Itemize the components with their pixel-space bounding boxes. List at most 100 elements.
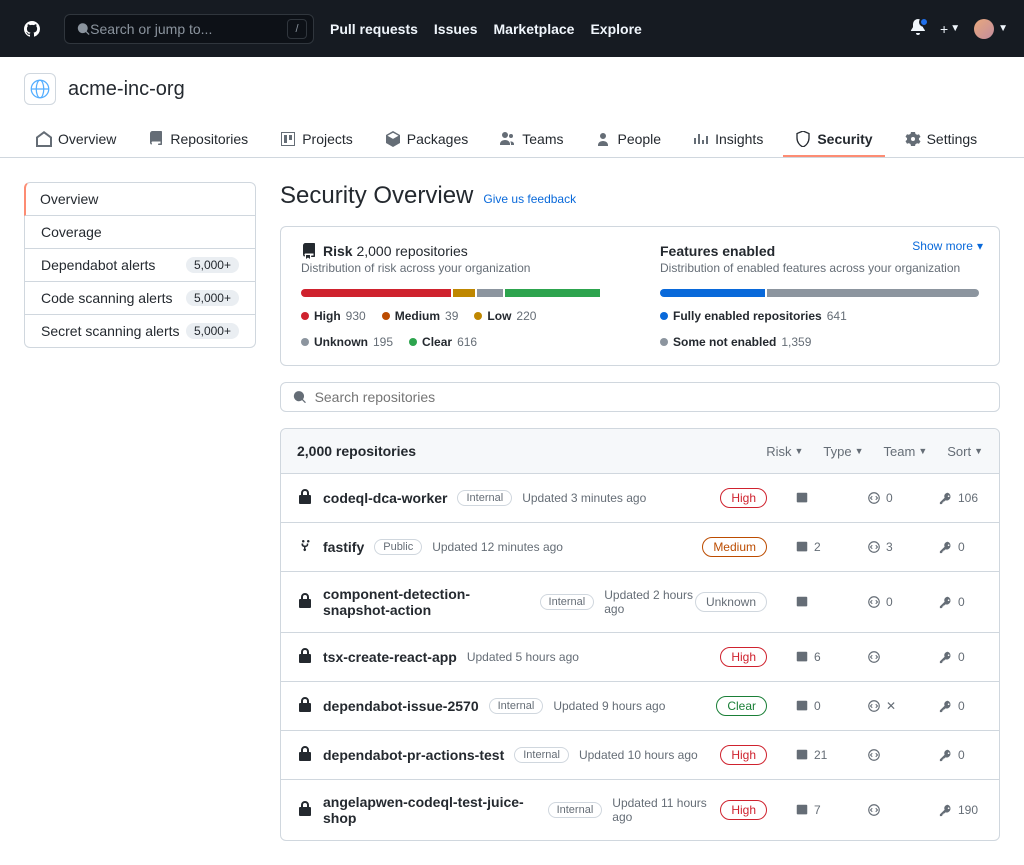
codescan-count: 0 [867, 491, 911, 505]
show-more-link[interactable]: Show more ▾ [912, 239, 983, 253]
codescan-count: ✕ [867, 699, 911, 713]
global-search-input[interactable] [90, 21, 301, 37]
count-badge: 5,000+ [186, 290, 239, 306]
codescan-count: 3 [867, 540, 911, 554]
sidebar-dependabot-alerts[interactable]: Dependabot alerts5,000+ [24, 249, 256, 282]
chevron-down-icon: ▼ [918, 446, 927, 456]
updated-text: Updated 10 hours ago [579, 748, 698, 762]
github-logo[interactable] [16, 13, 48, 45]
org-tabs: OverviewRepositoriesProjectsPackagesTeam… [0, 123, 1024, 158]
visibility-pill: Internal [540, 594, 595, 610]
repo-row[interactable]: dependabot-issue-2570InternalUpdated 9 h… [281, 682, 999, 731]
secret-count: 0 [939, 595, 983, 609]
repo-name[interactable]: dependabot-issue-2570 [323, 698, 479, 714]
lock-icon [297, 648, 313, 667]
sidebar-coverage[interactable]: Coverage [24, 216, 256, 249]
filter-type[interactable]: Type ▼ [823, 444, 863, 459]
legend-item: High930 [301, 309, 366, 323]
repo-name[interactable]: dependabot-pr-actions-test [323, 747, 504, 763]
nav-issues[interactable]: Issues [434, 21, 478, 37]
repo-search-input[interactable] [315, 389, 987, 405]
repo-row[interactable]: angelapwen-codeql-test-juice-shopInterna… [281, 780, 999, 840]
sidebar-code-scanning-alerts[interactable]: Code scanning alerts5,000+ [24, 282, 256, 315]
overview-panel: Show more ▾ Risk 2,000 repositories Dist… [280, 226, 1000, 366]
dependabot-count [795, 491, 839, 505]
risk-column: Risk 2,000 repositories Distribution of … [301, 243, 620, 349]
tab-repositories[interactable]: Repositories [136, 123, 260, 157]
filter-team[interactable]: Team ▼ [884, 444, 928, 459]
security-sidebar: OverviewCoverageDependabot alerts5,000+C… [24, 182, 256, 841]
lock-icon [297, 746, 313, 765]
codescan-count [867, 803, 911, 817]
repo-row[interactable]: codeql-dca-workerInternalUpdated 3 minut… [281, 474, 999, 523]
feedback-link[interactable]: Give us feedback [483, 192, 576, 206]
repo-row[interactable]: component-detection-snapshot-action Inter… [281, 572, 999, 633]
tab-security[interactable]: Security [783, 123, 884, 157]
filter-sort[interactable]: Sort ▼ [947, 444, 983, 459]
sidebar-secret-scanning-alerts[interactable]: Secret scanning alerts5,000+ [24, 315, 256, 348]
lock-icon [297, 489, 313, 508]
nav-explore[interactable]: Explore [590, 21, 641, 37]
dependabot-count: 0 [795, 699, 839, 713]
count-badge: 5,000+ [186, 323, 239, 339]
repo-search[interactable] [280, 382, 1000, 412]
search-icon [293, 390, 307, 404]
repo-row[interactable]: tsx-create-react-appUpdated 5 hours agoH… [281, 633, 999, 682]
tab-settings[interactable]: Settings [893, 123, 990, 157]
legend-item: Unknown195 [301, 335, 393, 349]
tab-people[interactable]: People [583, 123, 673, 157]
repo-name[interactable]: component-detection-snapshot-action [323, 586, 530, 618]
tab-overview[interactable]: Overview [24, 123, 128, 157]
global-search[interactable]: / [64, 14, 314, 44]
updated-text: Updated 9 hours ago [553, 699, 665, 713]
features-legend: Fully enabled repositories641Some not en… [660, 309, 979, 349]
tab-projects[interactable]: Projects [268, 123, 365, 157]
org-header: acme-inc-org [0, 57, 1024, 105]
repo-name[interactable]: codeql-dca-worker [323, 490, 447, 506]
secret-count: 0 [939, 748, 983, 762]
tab-packages[interactable]: Packages [373, 123, 480, 157]
org-name[interactable]: acme-inc-org [68, 78, 185, 101]
repo-row[interactable]: dependabot-pr-actions-test Internal Update… [281, 731, 999, 780]
nav-pull-requests[interactable]: Pull requests [330, 21, 418, 37]
legend-item: Medium39 [382, 309, 459, 323]
tab-insights[interactable]: Insights [681, 123, 775, 157]
filter-risk[interactable]: Risk ▼ [766, 444, 803, 459]
codescan-count: 0 [867, 595, 911, 609]
chevron-down-icon: ▼ [974, 446, 983, 456]
repo-name[interactable]: angelapwen-codeql-test-juice-shop [323, 794, 538, 826]
risk-bar [301, 289, 620, 297]
dependabot-count: 6 [795, 650, 839, 664]
risk-badge: High [720, 488, 767, 508]
legend-item: Clear616 [409, 335, 477, 349]
dependabot-count: 2 [795, 540, 839, 554]
updated-text: Updated 3 minutes ago [522, 491, 646, 505]
risk-badge: High [720, 800, 767, 820]
risk-legend: High930Medium39Low220Unknown195Clear616 [301, 309, 620, 349]
create-menu[interactable]: +▼ [940, 21, 960, 37]
notifications-button[interactable] [910, 19, 926, 38]
list-title: 2,000 repositories [297, 443, 416, 459]
repo-name[interactable]: tsx-create-react-app [323, 649, 457, 665]
chevron-down-icon: ▼ [855, 446, 864, 456]
tab-teams[interactable]: Teams [488, 123, 575, 157]
features-bar [660, 289, 979, 297]
repo-icon [301, 243, 317, 259]
repo-row[interactable]: fastifyPublicUpdated 12 minutes agoMediu… [281, 523, 999, 572]
user-menu[interactable]: ▼ [974, 19, 1008, 39]
nav-marketplace[interactable]: Marketplace [494, 21, 575, 37]
org-icon [30, 79, 50, 99]
legend-item: Fully enabled repositories641 [660, 309, 847, 323]
page-title: Security Overview [280, 182, 473, 210]
sidebar-overview[interactable]: Overview [24, 182, 256, 216]
repo-name[interactable]: fastify [323, 539, 364, 555]
secret-count: 0 [939, 699, 983, 713]
dependabot-count: 21 [795, 748, 839, 762]
org-avatar[interactable] [24, 73, 56, 105]
features-column: Features enabled Distribution of enabled… [660, 243, 979, 349]
avatar [974, 19, 994, 39]
dependabot-count: 7 [795, 803, 839, 817]
visibility-pill: Internal [514, 747, 569, 763]
secret-count: 0 [939, 650, 983, 664]
notification-dot [919, 17, 929, 27]
